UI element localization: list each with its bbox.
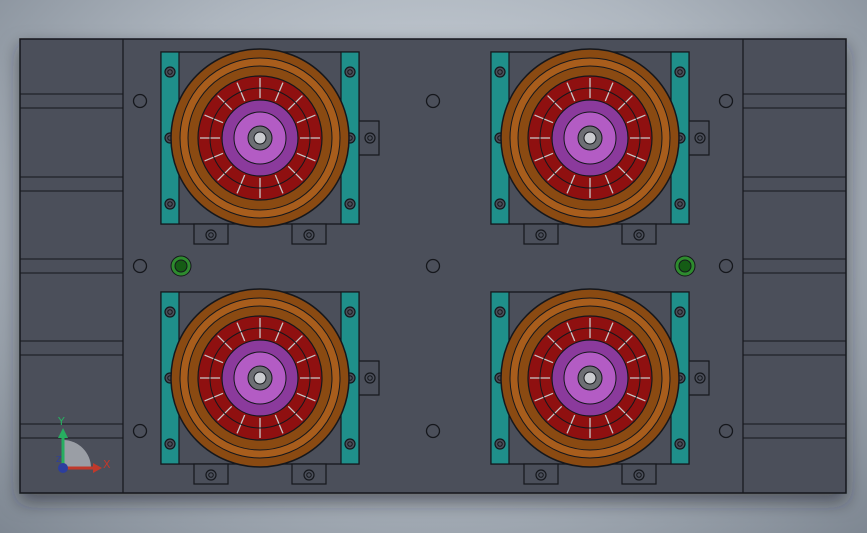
screw-head — [205, 469, 217, 481]
screw-head — [344, 306, 356, 318]
screw-head — [674, 306, 686, 318]
plate-hole — [718, 423, 734, 439]
screw-head — [205, 229, 217, 241]
screw-head — [674, 438, 686, 450]
screw-head — [303, 469, 315, 481]
motor-assembly — [490, 48, 710, 245]
screw-head — [535, 229, 547, 241]
plate-hole — [425, 423, 441, 439]
shaft — [253, 131, 267, 145]
cad-model-view[interactable]: Y X Z — [0, 0, 867, 533]
motor-assembly — [160, 48, 380, 245]
plate-hole — [132, 258, 148, 274]
screw-head — [633, 229, 645, 241]
screw-head — [694, 132, 706, 144]
triad-y-label: Y — [57, 415, 65, 428]
plate-hole — [425, 93, 441, 109]
screw-head — [344, 438, 356, 450]
screw-head — [164, 306, 176, 318]
motor-assembly — [160, 288, 380, 485]
screw-head — [344, 198, 356, 210]
triad-x-label: X — [103, 458, 111, 471]
screw-head — [494, 438, 506, 450]
dowel-inner — [678, 259, 692, 273]
screw-head — [364, 132, 376, 144]
plate-hole — [132, 423, 148, 439]
shaft — [583, 131, 597, 145]
cad-viewport[interactable]: Y X Z — [0, 0, 867, 533]
screw-head — [164, 198, 176, 210]
screw-head — [633, 469, 645, 481]
plate-hole — [425, 258, 441, 274]
shaft — [253, 371, 267, 385]
screw-head — [494, 306, 506, 318]
triad-z-axis — [58, 463, 68, 473]
screw-head — [303, 229, 315, 241]
dowel-inner — [174, 259, 188, 273]
shaft — [583, 371, 597, 385]
screw-head — [535, 469, 547, 481]
plate-hole — [132, 93, 148, 109]
screw-head — [164, 438, 176, 450]
motor-assembly — [490, 288, 710, 485]
screw-head — [694, 372, 706, 384]
screw-head — [164, 66, 176, 78]
plate-hole — [718, 93, 734, 109]
screw-head — [494, 66, 506, 78]
screw-head — [674, 66, 686, 78]
plate-hole — [718, 258, 734, 274]
triad-z-label: Z — [56, 455, 62, 464]
screw-head — [364, 372, 376, 384]
screw-head — [674, 198, 686, 210]
screw-head — [494, 198, 506, 210]
screw-head — [344, 66, 356, 78]
